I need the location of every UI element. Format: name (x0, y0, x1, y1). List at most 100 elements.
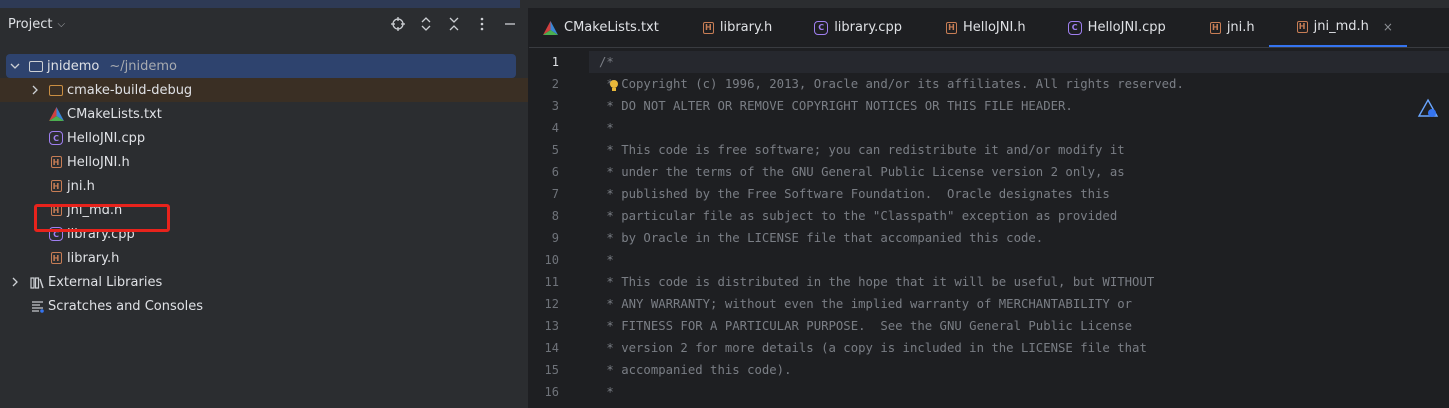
line-number: 2 (551, 77, 559, 91)
tab-jni-md-h[interactable]: H jni_md.h × (1268, 8, 1407, 47)
code-line: * This code is distributed in the hope t… (599, 275, 1155, 289)
header-file-icon: H (48, 178, 64, 194)
locate-file-icon[interactable] (390, 16, 406, 32)
chevron-right-icon[interactable] (8, 275, 22, 289)
tab-label: HelloJNI.h (962, 20, 1026, 35)
line-number-gutter[interactable]: 1 2 3 4 5 6 7 8 9 10 11 12 13 14 15 16 (529, 51, 589, 403)
tree-item-cmakelists[interactable]: CMakeLists.txt (0, 102, 528, 126)
folder-icon (48, 82, 64, 98)
header-file-icon: H (48, 250, 64, 266)
line-number: 14 (544, 341, 559, 355)
tab-cmakelists[interactable]: CMakeLists.txt (529, 8, 673, 47)
options-menu-icon[interactable] (474, 16, 490, 32)
code-line: * (599, 385, 614, 399)
tab-hellojni-cpp[interactable]: C HelloJNI.cpp (1040, 8, 1180, 47)
header-file-icon: H (1296, 20, 1308, 33)
cpp-file-icon: C (48, 130, 64, 146)
chevron-down-icon[interactable] (8, 59, 22, 73)
tab-label: jni.h (1226, 20, 1255, 35)
module-folder-icon (28, 58, 44, 74)
line-number: 16 (544, 385, 559, 399)
cmake-icon (543, 20, 558, 35)
expand-all-icon[interactable] (418, 16, 434, 32)
project-tree: jnidemo ~/jnidemo cmake-build-debug CMake… (0, 54, 528, 318)
tab-label: library.cpp (834, 20, 902, 35)
tree-item-label: External Libraries (48, 274, 163, 290)
line-number: 12 (544, 297, 559, 311)
code-line: * FITNESS FOR A PARTICULAR PURPOSE. See … (599, 319, 1133, 333)
tab-label: CMakeLists.txt (564, 20, 659, 35)
tree-item-label: jnidemo (47, 58, 100, 74)
top-strip-accent (0, 0, 520, 8)
tree-item-jni-h[interactable]: H jni.h (0, 174, 528, 198)
tree-item-label: cmake-build-debug (67, 82, 193, 98)
line-number: 6 (551, 165, 559, 179)
line-number: 8 (551, 209, 559, 223)
lightbulb-icon[interactable] (609, 79, 619, 97)
chevron-down-icon: ⌵ (57, 19, 66, 30)
collapse-all-icon[interactable] (446, 16, 462, 32)
tree-item-library-h[interactable]: H library.h (0, 246, 528, 270)
line-number: 9 (551, 231, 559, 245)
header-file-icon: H (1209, 21, 1221, 34)
cpp-file-icon: C (1067, 20, 1082, 35)
code-line: * (599, 121, 614, 135)
tab-jni-h[interactable]: H jni.h (1180, 8, 1269, 47)
tab-hellojni-h[interactable]: H HelloJNI.h (916, 8, 1040, 47)
tree-item-label: CMakeLists.txt (67, 106, 162, 122)
code-line: * This code is free software; you can re… (599, 143, 1125, 157)
code-line: * ANY WARRANTY; without even the implied… (599, 297, 1133, 311)
hide-panel-icon[interactable] (502, 16, 518, 32)
cmake-icon (48, 106, 64, 122)
window-top-strip (0, 0, 1449, 8)
tree-item-external-libraries[interactable]: External Libraries (0, 270, 528, 294)
code-editor[interactable]: /* * Copyright (c) 1996, 2013, Oracle an… (599, 51, 1419, 403)
tree-item-jnidemo[interactable]: jnidemo ~/jnidemo (6, 54, 516, 78)
close-tab-icon[interactable]: × (1383, 20, 1393, 34)
line-number: 11 (544, 275, 559, 289)
code-line: * DO NOT ALTER OR REMOVE COPYRIGHT NOTIC… (599, 99, 1073, 113)
project-title: Project (8, 17, 53, 32)
scratches-icon (29, 298, 45, 314)
cpp-file-icon: C (814, 20, 829, 35)
tree-item-label: HelloJNI.h (67, 154, 130, 170)
library-icon (29, 274, 45, 290)
project-tool-window: Project ⌵ jnidemo ~/jnidemo cmake-build-… (0, 8, 528, 408)
tab-library-cpp[interactable]: C library.cpp (786, 8, 916, 47)
code-line: /* (599, 55, 614, 69)
code-line: * version 2 for more details (a copy is … (599, 341, 1147, 355)
code-line: * Copyright (c) 1996, 2013, Oracle and/o… (599, 77, 1184, 91)
line-number: 4 (551, 121, 559, 135)
header-file-icon: H (945, 21, 957, 34)
tree-item-cmake-build-debug[interactable]: cmake-build-debug (0, 78, 528, 102)
tab-library-h[interactable]: H library.h (673, 8, 786, 47)
ai-assistant-icon[interactable] (1417, 98, 1439, 120)
tab-label: HelloJNI.cpp (1087, 20, 1166, 35)
tree-item-scratches[interactable]: Scratches and Consoles (0, 294, 528, 318)
tree-item-hellojni-h[interactable]: H HelloJNI.h (0, 150, 528, 174)
code-line: * under the terms of the GNU General Pub… (599, 165, 1125, 179)
tree-item-path: ~/jnidemo (109, 58, 177, 74)
chevron-right-icon[interactable] (28, 83, 42, 97)
code-line: * by Oracle in the LICENSE file that acc… (599, 231, 1044, 245)
code-line: * published by the Free Software Foundat… (599, 187, 1110, 201)
tree-item-label: jni.h (67, 178, 95, 194)
line-number: 10 (544, 253, 559, 267)
line-number: 1 (551, 55, 559, 69)
line-number: 13 (544, 319, 559, 333)
tree-item-label: library.h (67, 250, 120, 266)
code-line: * accompanied this code). (599, 363, 792, 377)
tree-item-label: HelloJNI.cpp (67, 130, 146, 146)
project-view-selector[interactable]: Project ⌵ (8, 17, 65, 32)
code-line: * (599, 253, 614, 267)
editor-area: CMakeLists.txt H library.h C library.cpp… (529, 8, 1449, 408)
tab-label: jni_md.h (1313, 19, 1369, 34)
tree-item-hellojni-cpp[interactable]: C HelloJNI.cpp (0, 126, 528, 150)
annotation-highlight-box (34, 204, 170, 232)
tree-item-label: Scratches and Consoles (48, 298, 204, 314)
tab-label: library.h (719, 20, 773, 35)
line-number: 5 (551, 143, 559, 157)
header-file-icon: H (48, 154, 64, 170)
code-line: * particular file as subject to the "Cla… (599, 209, 1118, 223)
line-number: 3 (551, 99, 559, 113)
